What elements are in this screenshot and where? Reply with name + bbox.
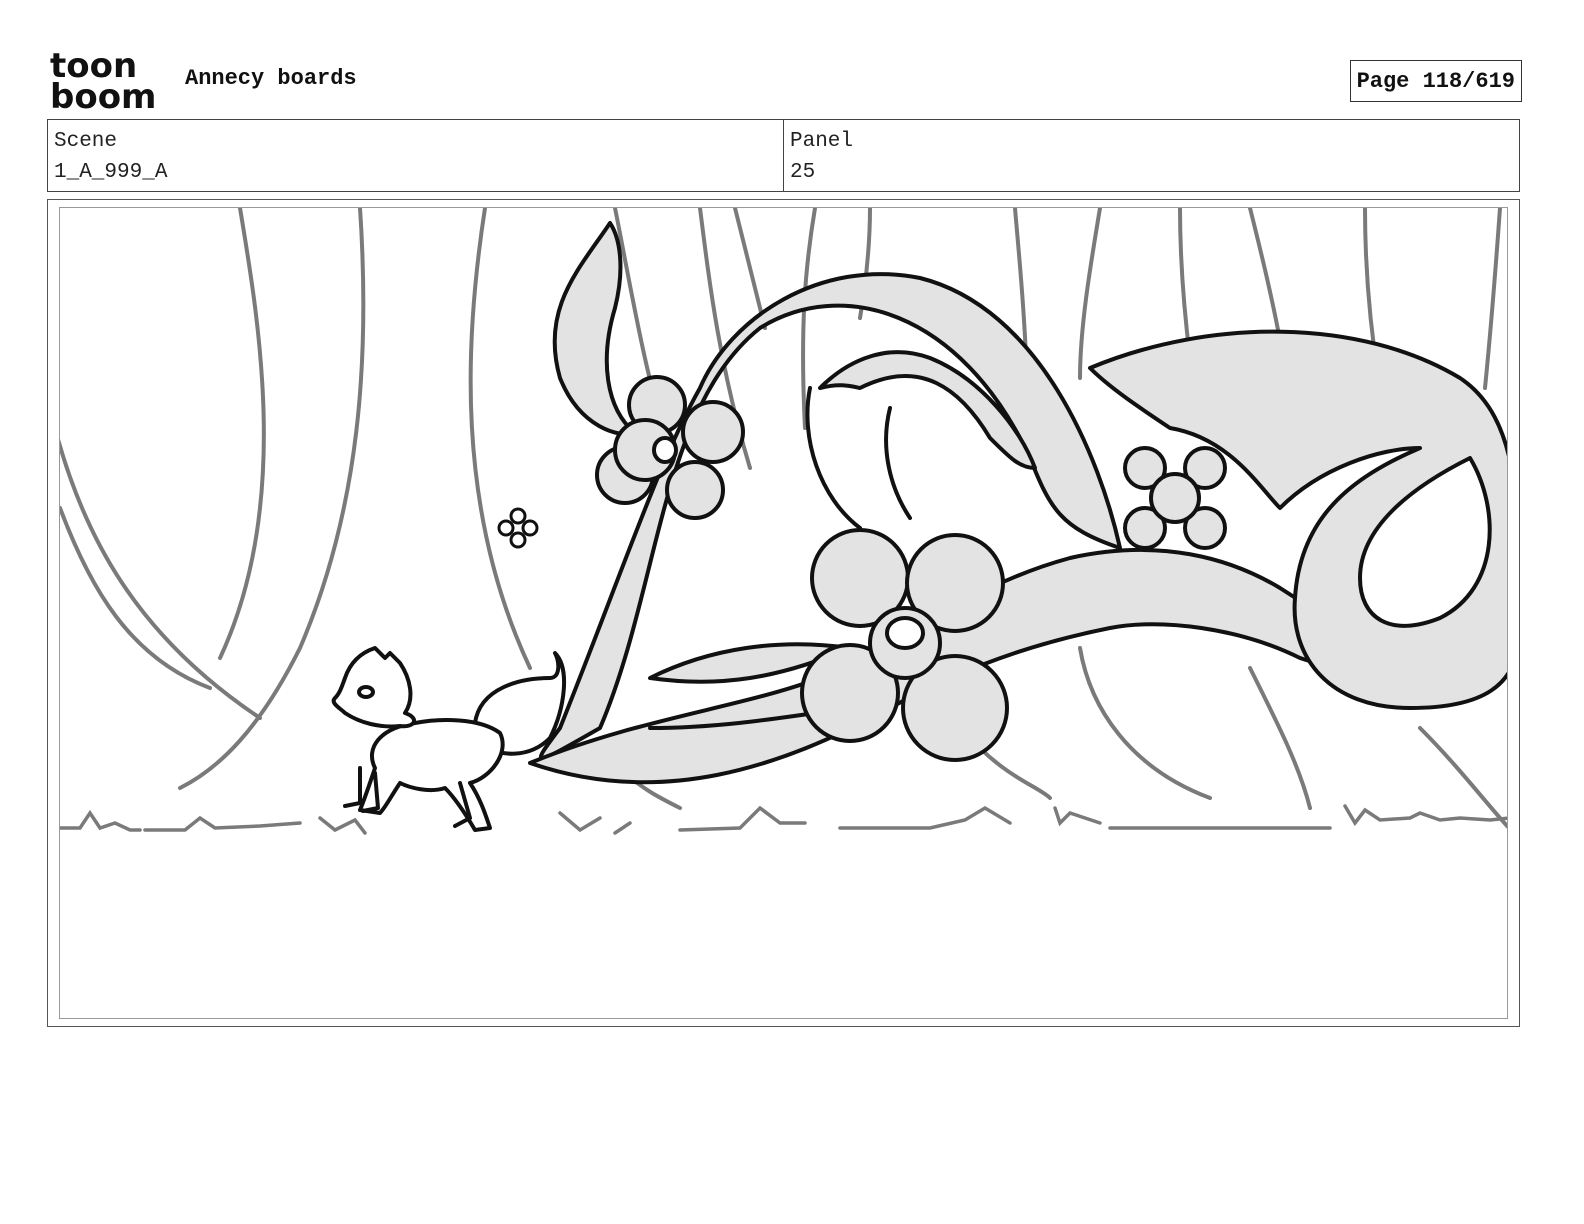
scene-cell: Scene 1_A_999_A — [48, 120, 783, 191]
storyboard-drawing — [60, 208, 1507, 835]
page-indicator: Page 118/619 — [1349, 60, 1522, 102]
scene-value: 1_A_999_A — [54, 161, 168, 184]
logo-text-bottom: boom — [50, 77, 156, 112]
toonboom-logo: toon boom — [50, 46, 166, 117]
ground-grass — [60, 804, 1507, 835]
storyboard-panel-frame — [47, 199, 1520, 1027]
panel-label: Panel — [790, 130, 854, 153]
fox-character — [331, 646, 567, 832]
project-title: Annecy boards — [185, 66, 357, 91]
panel-cell: Panel 25 — [783, 120, 1519, 191]
scene-panel-table: Scene 1_A_999_A Panel 25 — [47, 119, 1520, 192]
panel-value: 25 — [790, 161, 816, 184]
storyboard-panel — [59, 207, 1508, 1019]
scene-label: Scene — [54, 130, 118, 153]
